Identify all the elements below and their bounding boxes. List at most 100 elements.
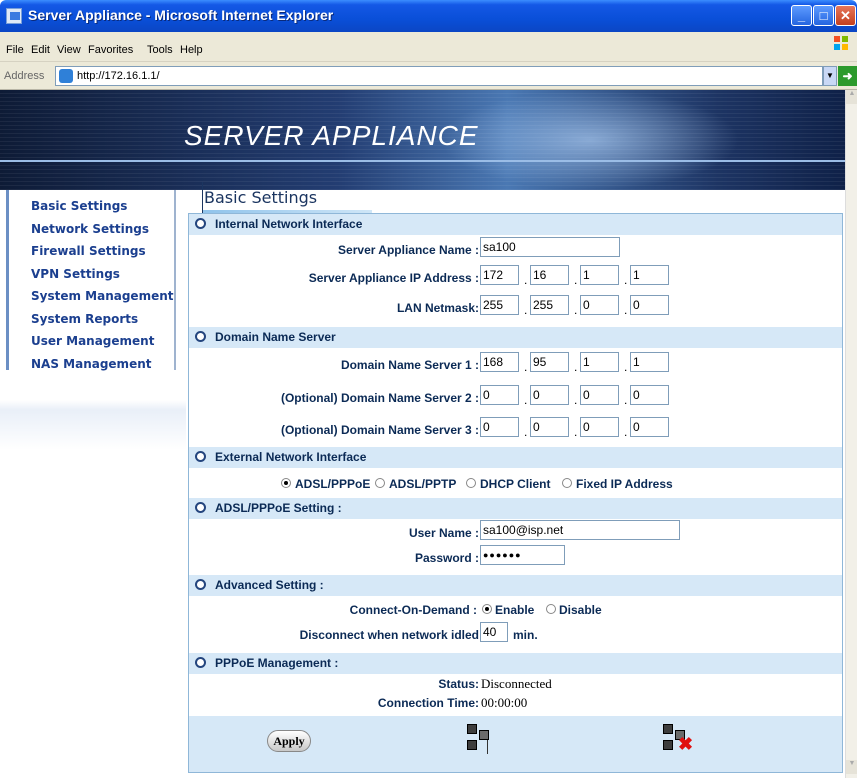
mask-octet-3[interactable]: 0 <box>580 295 619 315</box>
row-connection-time: Connection Time: 00:00:00 <box>189 691 842 713</box>
section-bullet-icon <box>195 502 206 513</box>
sidebar-menu: Basic Settings Network Settings Firewall… <box>6 190 176 371</box>
section-bullet-icon <box>195 218 206 229</box>
dns2-octet-1[interactable]: 0 <box>480 385 519 405</box>
button-bar: Apply ✖ <box>189 716 842 772</box>
password-input[interactable]: ●●●●●● <box>480 545 565 565</box>
menu-favorites[interactable]: Favorites <box>88 44 133 56</box>
address-bar: Address http://172.16.1.1/ ▼ ➜ <box>0 62 857 90</box>
section-bullet-icon <box>195 579 206 590</box>
row-password: Password : ●●●●●● <box>189 545 842 573</box>
address-input[interactable]: http://172.16.1.1/ <box>55 66 823 86</box>
banner: SERVER APPLIANCE <box>0 90 845 190</box>
section-title: PPPoE Management : <box>215 656 339 670</box>
label-enable: Enable <box>495 603 535 617</box>
dns3-octet-4[interactable]: 0 <box>630 417 669 437</box>
address-dropdown-icon[interactable]: ▼ <box>823 66 837 86</box>
radio-fixed-ip[interactable] <box>562 478 572 488</box>
vertical-scrollbar[interactable]: ▲ ▼ <box>845 90 857 778</box>
sidebar-item-nas-management[interactable]: NAS Management <box>31 354 174 377</box>
brand-title: SERVER APPLIANCE <box>184 120 479 151</box>
windows-logo-icon <box>834 36 848 50</box>
radio-adsl-pppoe[interactable] <box>281 478 291 488</box>
menu-file[interactable]: File <box>6 44 24 56</box>
scroll-up-icon[interactable]: ▲ <box>846 90 857 104</box>
minimize-button[interactable]: _ <box>791 5 812 26</box>
radio-enable[interactable] <box>482 604 492 614</box>
sidebar-item-system-management[interactable]: System Management <box>31 286 174 309</box>
label-disable: Disable <box>559 603 602 617</box>
password-label: Password : <box>414 551 479 565</box>
appliance-name-input[interactable]: sa100 <box>480 237 620 257</box>
disconnect-icon[interactable]: ✖ <box>661 722 693 756</box>
ip-octet-4[interactable]: 1 <box>630 265 669 285</box>
page-title: Basic Settings <box>204 188 318 207</box>
sidebar-item-network-settings[interactable]: Network Settings <box>31 219 174 242</box>
menu-view[interactable]: View <box>57 44 81 56</box>
menu-help[interactable]: Help <box>180 44 203 56</box>
sidebar-item-system-reports[interactable]: System Reports <box>31 309 174 332</box>
section-internal-network: Internal Network Interface <box>189 214 842 235</box>
row-dns3: (Optional) Domain Name Server 3 : 0 . 0 … <box>189 417 842 445</box>
close-button[interactable]: ✕ <box>835 5 856 26</box>
ip-octet-1[interactable]: 172 <box>480 265 519 285</box>
dns1-octet-3[interactable]: 1 <box>580 352 619 372</box>
apply-button[interactable]: Apply <box>267 730 311 752</box>
appliance-ip-label: Server Appliance IP Address : <box>308 271 479 285</box>
mask-octet-1[interactable]: 255 <box>480 295 519 315</box>
idle-timeout-input[interactable]: 40 <box>480 622 508 642</box>
menu-edit[interactable]: Edit <box>31 44 50 56</box>
sidebar-item-firewall-settings[interactable]: Firewall Settings <box>31 241 174 264</box>
section-dns: Domain Name Server <box>189 327 842 348</box>
row-username: User Name : sa100@isp.net <box>189 520 842 548</box>
dns3-octet-1[interactable]: 0 <box>480 417 519 437</box>
sidebar: Basic Settings Network Settings Firewall… <box>0 190 186 778</box>
mask-octet-4[interactable]: 0 <box>630 295 669 315</box>
dns2-octet-3[interactable]: 0 <box>580 385 619 405</box>
radio-dhcp-client[interactable] <box>466 478 476 488</box>
dns3-octet-2[interactable]: 0 <box>530 417 569 437</box>
row-appliance-name: Server Appliance Name : sa100 <box>189 237 842 265</box>
maximize-button[interactable]: □ <box>813 5 834 26</box>
page-heading: Basic Settings <box>186 182 386 220</box>
row-dns1: Domain Name Server 1 : 168 . 95 . 1 . 1 <box>189 352 842 380</box>
go-arrow-icon[interactable]: ➜ <box>838 66 857 86</box>
settings-form: Internal Network Interface Server Applia… <box>188 213 843 773</box>
dns1-octet-2[interactable]: 95 <box>530 352 569 372</box>
dns3-label: (Optional) Domain Name Server 3 : <box>280 423 479 437</box>
section-bullet-icon <box>195 451 206 462</box>
idle-timeout-label: Disconnect when network idled <box>299 628 479 642</box>
menu-tools[interactable]: Tools <box>147 44 173 56</box>
ip-octet-3[interactable]: 1 <box>580 265 619 285</box>
dns2-octet-4[interactable]: 0 <box>630 385 669 405</box>
section-bullet-icon <box>195 331 206 342</box>
dns2-octet-2[interactable]: 0 <box>530 385 569 405</box>
sidebar-item-user-management[interactable]: User Management <box>31 331 174 354</box>
scroll-down-icon[interactable]: ▼ <box>846 760 857 774</box>
section-bullet-icon <box>195 657 206 668</box>
dns1-octet-4[interactable]: 1 <box>630 352 669 372</box>
dns1-octet-1[interactable]: 168 <box>480 352 519 372</box>
section-title: Domain Name Server <box>215 330 336 344</box>
address-url: http://172.16.1.1/ <box>77 70 160 82</box>
lan-netmask-label: LAN Netmask: <box>396 301 479 315</box>
label-adsl-pppoe: ADSL/PPPoE <box>295 477 371 491</box>
section-title: Advanced Setting : <box>215 578 324 592</box>
sidebar-item-vpn-settings[interactable]: VPN Settings <box>31 264 174 287</box>
sidebar-item-basic-settings[interactable]: Basic Settings <box>31 196 174 219</box>
row-wan-type: ADSL/PPPoE ADSL/PPTP DHCP Client Fixed I… <box>189 471 842 499</box>
connection-time-value: 00:00:00 <box>481 695 528 710</box>
connect-icon[interactable] <box>465 722 495 756</box>
dns3-octet-3[interactable]: 0 <box>580 417 619 437</box>
radio-disable[interactable] <box>546 604 556 614</box>
ip-octet-2[interactable]: 16 <box>530 265 569 285</box>
section-advanced-setting: Advanced Setting : <box>189 575 842 596</box>
row-connect-on-demand: Connect-On-Demand : Enable Disable <box>189 597 842 625</box>
banner-line <box>0 160 845 162</box>
radio-adsl-pptp[interactable] <box>375 478 385 488</box>
mask-octet-2[interactable]: 255 <box>530 295 569 315</box>
username-input[interactable]: sa100@isp.net <box>480 520 680 540</box>
label-adsl-pptp: ADSL/PPTP <box>389 477 457 491</box>
menu-bar: File Edit View Favorites Tools Help <box>0 32 857 62</box>
banner-glow <box>440 90 740 190</box>
